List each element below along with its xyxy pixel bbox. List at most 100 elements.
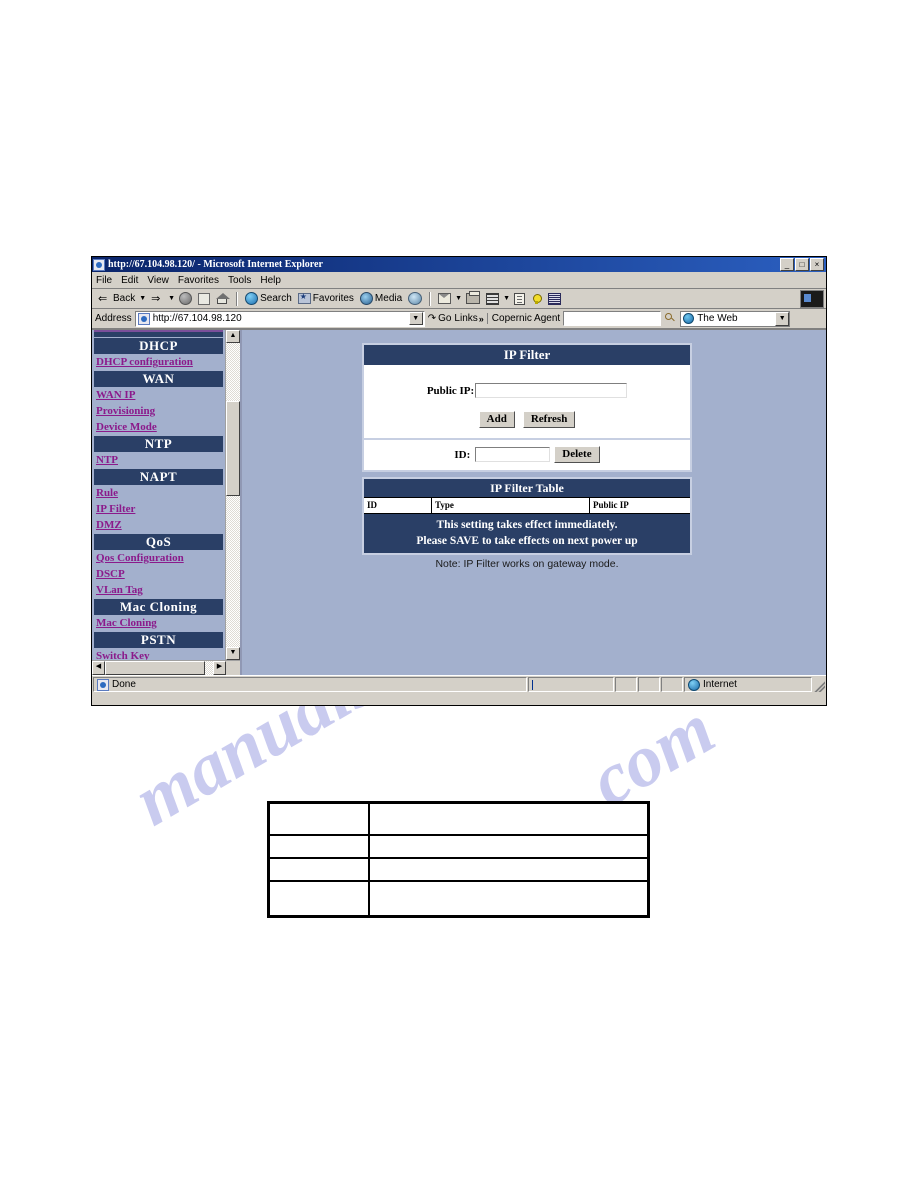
edit-dropdown-icon[interactable]: ▼ <box>503 295 510 302</box>
sidebar-item-mac-cloning[interactable]: Mac Cloning <box>92 615 225 631</box>
window-title: http://67.104.98.120/ - Microsoft Intern… <box>108 259 323 270</box>
resize-grip-icon[interactable] <box>813 677 825 692</box>
ie-logo-icon <box>93 258 105 271</box>
scroll-left-arrow-icon[interactable]: ◀ <box>92 661 105 675</box>
sidebar-item-ip-filter[interactable]: IP Filter <box>92 501 225 517</box>
sidebar-menu: DHCP DHCP configuration WAN WAN IP Provi… <box>92 330 225 660</box>
go-button[interactable]: ↷ Go <box>428 313 452 324</box>
sidebar-item-provisioning[interactable]: Provisioning <box>92 403 225 419</box>
home-icon <box>216 292 231 305</box>
scope-dropdown-icon[interactable]: ▼ <box>775 311 790 326</box>
save-notice: This setting takes effect immediately. P… <box>364 514 690 553</box>
history-button[interactable] <box>406 292 424 305</box>
stop-icon <box>179 292 193 305</box>
scroll-thumb[interactable] <box>226 401 240 496</box>
ip-filter-title: IP Filter <box>364 345 690 365</box>
menu-tools[interactable]: Tools <box>228 275 251 286</box>
mail-button[interactable] <box>436 293 453 304</box>
ip-filter-table-title: IP Filter Table <box>364 479 690 497</box>
messenger-button[interactable] <box>529 293 544 305</box>
id-input[interactable] <box>475 447 551 462</box>
back-button[interactable]: Back <box>95 292 137 306</box>
star-icon <box>297 292 311 304</box>
status-cell-progress <box>528 677 614 692</box>
sidebar-item-qos-configuration[interactable]: Qos Configuration <box>92 550 225 566</box>
close-button[interactable]: × <box>810 258 824 271</box>
save-notice-line-2: Please SAVE to take effects on next powe… <box>416 535 638 547</box>
sidebar-item-ntp[interactable]: NTP <box>92 452 225 468</box>
menu-help[interactable]: Help <box>260 275 281 286</box>
discuss-button[interactable] <box>512 292 527 305</box>
table-cell-value <box>370 804 647 834</box>
search-button[interactable]: Search <box>243 292 294 305</box>
refresh-button[interactable] <box>196 292 212 305</box>
column-header-public-ip: Public IP <box>593 500 629 510</box>
address-input[interactable]: http://67.104.98.120 ▼ <box>134 310 425 327</box>
scroll-track[interactable] <box>226 343 240 647</box>
table-cell-value <box>370 882 647 915</box>
menu-file[interactable]: File <box>96 275 112 286</box>
forward-button[interactable] <box>148 292 166 306</box>
scroll-right-arrow-icon[interactable]: ▶ <box>213 661 226 675</box>
h-scroll-track[interactable] <box>105 661 213 675</box>
back-dropdown-icon[interactable]: ▼ <box>139 295 146 302</box>
brand-logo-icon <box>800 289 824 308</box>
table-row <box>270 836 647 859</box>
media-button[interactable]: Media <box>358 292 404 305</box>
column-header-type: Type <box>432 498 590 513</box>
sidebar-item-wan-ip[interactable]: WAN IP <box>92 387 225 403</box>
public-ip-input[interactable] <box>475 383 628 398</box>
sidebar-item-vlan-tag[interactable]: VLan Tag <box>92 582 225 598</box>
stop-button[interactable] <box>177 292 194 305</box>
h-scroll-thumb[interactable] <box>105 661 205 675</box>
refresh-button[interactable]: Refresh <box>522 411 576 428</box>
document-icon <box>514 292 526 305</box>
table-row <box>270 804 647 836</box>
sidebar-item-switch-key[interactable]: Switch Key <box>92 648 225 660</box>
refresh-icon <box>198 292 211 305</box>
menu-view[interactable]: View <box>147 275 169 286</box>
links-button[interactable]: Links » <box>454 313 483 324</box>
sidebar-header-mac-cloning: Mac Cloning <box>94 599 223 615</box>
print-button[interactable] <box>464 291 482 304</box>
mail-dropdown-icon[interactable]: ▼ <box>455 295 462 302</box>
copernic-search-input[interactable] <box>563 311 662 326</box>
search-scope-select[interactable]: The Web ▼ <box>680 310 791 327</box>
sidebar-item-dmz[interactable]: DMZ <box>92 517 225 533</box>
scroll-up-arrow-icon[interactable]: ▲ <box>226 330 240 343</box>
sidebar-item-dhcp-configuration[interactable]: DHCP configuration <box>92 354 225 370</box>
sidebar-header-wan: WAN <box>94 371 223 387</box>
edit-button[interactable] <box>484 292 501 305</box>
forward-dropdown-icon[interactable]: ▼ <box>168 295 175 302</box>
status-zone-cell[interactable]: Internet <box>684 677 812 692</box>
sidebar-item-rule[interactable]: Rule <box>92 485 225 501</box>
column-header-id: ID <box>364 498 432 513</box>
home-button[interactable] <box>214 292 231 305</box>
page-viewport: DHCP DHCP configuration WAN WAN IP Provi… <box>92 329 826 675</box>
maximize-button[interactable]: □ <box>795 258 809 271</box>
sidebar-vertical-scrollbar[interactable]: ▲ ▼ <box>225 330 240 660</box>
add-button[interactable]: Add <box>478 411 515 428</box>
magnifier-icon[interactable] <box>664 312 677 325</box>
search-icon <box>245 292 259 305</box>
menu-favorites[interactable]: Favorites <box>178 275 219 286</box>
scroll-down-arrow-icon[interactable]: ▼ <box>226 647 240 660</box>
table-cell-value <box>370 836 647 857</box>
sidebar-item-device-mode[interactable]: Device Mode <box>92 419 225 435</box>
status-cell-b <box>638 677 660 692</box>
table-header-row: ID Type Public IP <box>364 497 690 514</box>
sidebar-inner: DHCP DHCP configuration WAN WAN IP Provi… <box>92 330 240 660</box>
status-cell-a <box>615 677 637 692</box>
menu-edit[interactable]: Edit <box>121 275 138 286</box>
research-button[interactable] <box>546 292 563 305</box>
delete-button[interactable]: Delete <box>554 446 600 463</box>
favorites-button[interactable]: Favorites <box>296 292 356 304</box>
address-url-text: http://67.104.98.120 <box>152 313 242 324</box>
status-cell-c <box>661 677 683 692</box>
sidebar-item-dscp[interactable]: DSCP <box>92 566 225 582</box>
status-bar: Done Internet <box>92 675 826 693</box>
address-dropdown-icon[interactable]: ▼ <box>408 312 423 325</box>
sidebar-horizontal-scrollbar[interactable]: ◀ ▶ <box>92 660 240 675</box>
minimize-button[interactable]: _ <box>780 258 794 271</box>
title-bar: http://67.104.98.120/ - Microsoft Intern… <box>92 257 826 272</box>
